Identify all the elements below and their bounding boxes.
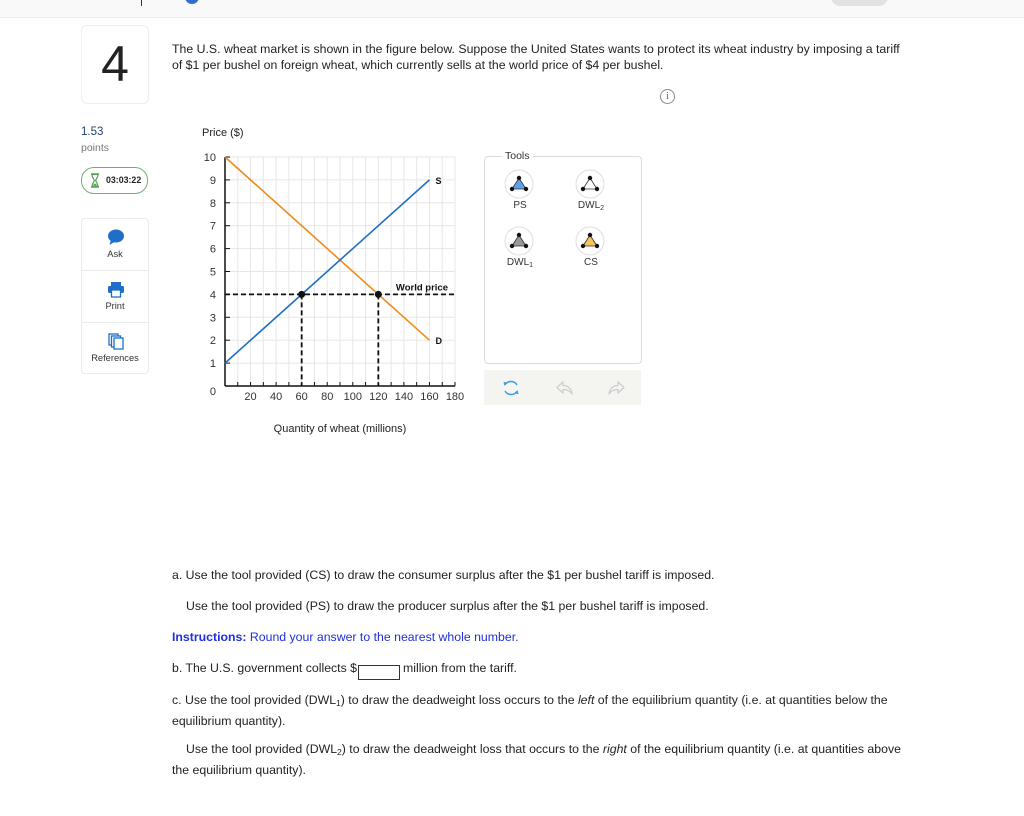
sidebar-tools: Ask Print References	[81, 218, 149, 374]
tool-cs[interactable]: CS	[571, 226, 611, 276]
supply-demand-chart[interactable]: 0 1 2 3 4 5 6 7 8 9 10 20 40 60 80 100 120 140 160 180 Price…	[190, 120, 480, 440]
x-tick-label: 160	[420, 391, 438, 403]
question-number: 4	[81, 25, 149, 104]
progress-circle-icon[interactable]	[185, 0, 199, 4]
score-unit: points	[81, 142, 110, 154]
part-c-dwl2-prompt: Use the tool provided (DWL2) to draw the…	[172, 742, 901, 777]
part-a-cs-prompt: a. Use the tool provided (CS) to draw th…	[172, 568, 715, 582]
instructions-label: Instructions:	[172, 630, 247, 644]
y-tick-label: 8	[210, 198, 216, 210]
series-label-s: S	[435, 176, 441, 186]
y-tick-label: 10	[204, 152, 216, 164]
reset-button[interactable]	[501, 378, 521, 398]
redo-button[interactable]	[606, 378, 626, 398]
triangle-tool-icon	[575, 226, 605, 256]
speech-bubble-icon	[108, 229, 124, 245]
y-tick-label: 0	[210, 386, 216, 398]
question-text-line: The U.S. wheat market is shown in the fi…	[172, 42, 900, 56]
x-tick-label: 20	[244, 391, 256, 403]
y-tick-label: 2	[210, 335, 216, 347]
x-tick-label: 60	[296, 391, 308, 403]
y-tick-label: 6	[210, 244, 216, 256]
tool-label: CS	[584, 257, 598, 268]
y-tick-label: 9	[210, 175, 216, 187]
tool-ps[interactable]: PS	[500, 169, 540, 219]
hourglass-icon	[91, 173, 99, 188]
y-tick-label: 3	[210, 312, 216, 324]
instructions: Instructions: Round your answer to the n…	[172, 629, 519, 645]
sidebar-item-label: Print	[105, 301, 125, 311]
tool-label: DWL1	[506, 257, 534, 269]
refresh-icon	[503, 380, 519, 396]
timer-badge: 03:03:22	[81, 167, 148, 194]
x-tick-label: 80	[321, 391, 333, 403]
y-tick-label: 5	[210, 267, 216, 279]
documents-icon	[108, 333, 124, 350]
x-tick-label: 120	[369, 391, 387, 403]
x-axis-title: Quantity of wheat (millions)	[274, 423, 407, 435]
score-value: 1.53	[81, 126, 104, 138]
sidebar-item-references[interactable]: References	[82, 323, 148, 374]
tool-dwl2[interactable]: DWL2	[571, 169, 611, 219]
tariff-revenue-input[interactable]	[358, 664, 400, 680]
nav-divider	[141, 0, 142, 6]
sidebar-item-label: References	[91, 353, 139, 363]
y-tick-label: 1	[210, 358, 216, 370]
triangle-tool-icon	[504, 169, 534, 199]
part-a-ps-prompt: Use the tool provided (PS) to draw the p…	[186, 599, 709, 613]
y-tick-label: 7	[210, 221, 216, 233]
sidebar-item-print[interactable]: Print	[82, 271, 148, 323]
timer-value: 03:03:22	[106, 175, 142, 185]
tool-dwl1[interactable]: DWL1	[500, 226, 540, 276]
x-tick-label: 100	[344, 391, 362, 403]
world-price-point	[298, 290, 306, 298]
graph-actions-bar	[484, 370, 641, 405]
part-b-suffix: million from the tariff.	[403, 661, 517, 675]
part-b-prefix: b. The U.S. government collects $	[172, 661, 357, 675]
undo-icon	[556, 381, 573, 395]
tool-label: DWL2	[577, 200, 605, 212]
graph-tools-title: Tools	[502, 150, 533, 162]
question-text: The U.S. wheat market is shown in the fi…	[172, 41, 900, 73]
y-tick-label: 4	[210, 289, 216, 301]
part-c-dwl1-prompt: c. Use the tool provided (DWL1) to draw …	[172, 693, 888, 728]
world-price-point	[374, 290, 382, 298]
info-icon[interactable]: i	[660, 89, 675, 104]
x-tick-label: 180	[446, 391, 464, 403]
triangle-tool-icon	[575, 169, 605, 199]
instructions-text: Round your answer to the nearest whole n…	[246, 630, 519, 644]
series-label-d: D	[435, 336, 442, 346]
sidebar-item-label: Ask	[107, 249, 123, 259]
y-axis-title: Price ($)	[202, 127, 244, 139]
menu-pill-button[interactable]	[831, 0, 888, 6]
x-tick-label: 140	[395, 391, 413, 403]
redo-icon	[608, 381, 625, 395]
part-b: b. The U.S. government collects $ million…	[172, 660, 517, 680]
top-nav-bar	[0, 0, 1024, 18]
triangle-tool-icon	[504, 226, 534, 256]
undo-button[interactable]	[555, 378, 575, 398]
question-text-line: of $1 per bushel on foreign wheat, which…	[172, 58, 664, 72]
x-tick-label: 40	[270, 391, 282, 403]
world-price-label: World price	[396, 282, 448, 293]
tool-label: PS	[513, 200, 527, 211]
sidebar-item-ask[interactable]: Ask	[82, 219, 148, 271]
printer-icon	[108, 282, 124, 298]
